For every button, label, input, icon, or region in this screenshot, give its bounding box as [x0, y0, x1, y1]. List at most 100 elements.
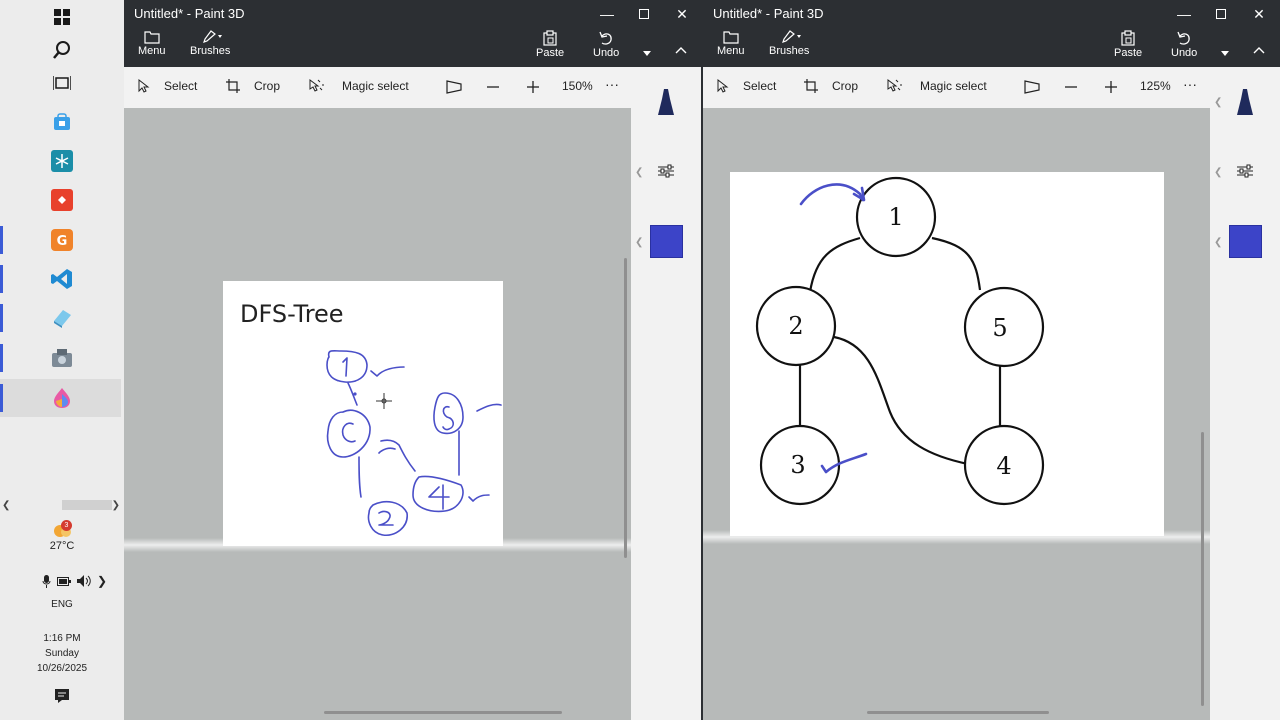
- paint3d-window-left: Untitled* - Paint 3D — ✕ Menu Brushes Pa…: [124, 0, 701, 720]
- crop-icon: [804, 79, 818, 93]
- side-panel: ❮ ❮: [631, 67, 701, 720]
- search-icon[interactable]: [48, 36, 76, 64]
- color-swatch[interactable]: [650, 225, 683, 258]
- magic-select-icon: [309, 79, 324, 92]
- paste-button[interactable]: Paste: [1114, 30, 1142, 59]
- weather-widget[interactable]: 3 27°C: [0, 519, 124, 555]
- folder-icon: [144, 31, 160, 44]
- panel-chevron-left-icon[interactable]: ❮: [1214, 97, 1222, 108]
- vertical-scrollbar[interactable]: [1201, 432, 1204, 706]
- minimize-icon[interactable]: —: [594, 4, 620, 24]
- history-dropdown-icon[interactable]: [1221, 43, 1229, 61]
- node-label-4: 4: [996, 452, 1011, 480]
- crop-icon: [226, 79, 240, 93]
- clock-day: Sunday: [45, 648, 79, 659]
- brushes-button[interactable]: Brushes: [190, 30, 230, 57]
- undo-icon: [1177, 31, 1190, 45]
- collapse-ribbon-icon[interactable]: [1253, 41, 1265, 59]
- zoom-level[interactable]: 150%: [562, 79, 593, 93]
- collapse-ribbon-icon[interactable]: [675, 41, 687, 59]
- app-teal-icon[interactable]: [48, 147, 76, 175]
- more-options-icon[interactable]: ···: [1183, 76, 1197, 92]
- clipboard-icon: [1121, 30, 1135, 46]
- horizontal-scrollbar[interactable]: [324, 711, 562, 714]
- more-options-icon[interactable]: ···: [605, 76, 619, 92]
- paint-3d-icon[interactable]: [48, 384, 76, 412]
- language-indicator[interactable]: ENG: [0, 599, 124, 610]
- marker-brush-icon[interactable]: [651, 87, 681, 119]
- adjust-settings-icon[interactable]: [651, 159, 681, 183]
- history-dropdown-icon[interactable]: [643, 43, 651, 61]
- scroll-right-icon[interactable]: ❯: [112, 500, 120, 511]
- select-tool[interactable]: Select: [138, 79, 197, 93]
- camera-app-icon[interactable]: [48, 344, 76, 372]
- color-swatch[interactable]: [1229, 225, 1262, 258]
- paste-button[interactable]: Paste: [536, 30, 564, 59]
- magic-select-icon: [887, 79, 902, 92]
- menu-button[interactable]: Menu: [138, 30, 166, 57]
- svg-text:G: G: [57, 234, 68, 249]
- crop-tool[interactable]: Crop: [226, 79, 280, 93]
- eraser-app-icon[interactable]: [48, 304, 76, 332]
- panel-chevron-left-icon[interactable]: ❮: [635, 237, 643, 248]
- zoom-out-icon[interactable]: [1064, 80, 1078, 94]
- paint3d-window-right: Untitled* - Paint 3D — ✕ Menu Brushes Pa…: [703, 0, 1280, 720]
- brush-icon: [203, 30, 223, 43]
- zoom-out-icon[interactable]: [486, 80, 500, 94]
- magic-select-tool[interactable]: Magic select: [886, 79, 987, 93]
- close-icon[interactable]: ✕: [1246, 4, 1272, 24]
- maximize-icon[interactable]: [1208, 4, 1234, 24]
- menu-button[interactable]: Menu: [717, 30, 745, 57]
- title-bar[interactable]: Untitled* - Paint 3D — ✕: [703, 0, 1280, 28]
- panel-chevron-left-icon[interactable]: ❮: [635, 167, 643, 178]
- close-icon[interactable]: ✕: [669, 4, 695, 24]
- weather-badge: 3: [61, 520, 72, 531]
- title-bar[interactable]: Untitled* - Paint 3D — ✕: [124, 0, 701, 28]
- clock[interactable]: 1:16 PM Sunday 10/26/2025: [0, 631, 124, 676]
- brushes-button[interactable]: Brushes: [769, 30, 809, 57]
- edge-1-5: [931, 236, 982, 291]
- view-3d-icon[interactable]: [1024, 80, 1040, 94]
- zoom-in-icon[interactable]: [526, 80, 540, 94]
- notifications-icon[interactable]: [48, 682, 76, 710]
- node-label-1: 1: [888, 203, 903, 231]
- volume-icon[interactable]: [77, 575, 91, 587]
- taskbar: G ❮ ❯ 3 27°C ❯ ENG 1:16 PM Sunday 10/26/…: [0, 0, 124, 720]
- scroll-thumb[interactable]: [62, 500, 112, 510]
- node-label-3: 3: [790, 451, 805, 479]
- horizontal-scrollbar[interactable]: [867, 711, 1049, 714]
- panel-chevron-left-icon[interactable]: ❮: [1214, 237, 1222, 248]
- select-tool[interactable]: Select: [717, 79, 776, 93]
- zoom-in-icon[interactable]: [1104, 80, 1118, 94]
- zoom-level[interactable]: 125%: [1140, 79, 1171, 93]
- drawing-canvas[interactable]: 1 2 5 3 4: [730, 172, 1164, 536]
- scroll-left-icon[interactable]: ❮: [2, 500, 10, 511]
- node-label-5: 5: [992, 314, 1007, 342]
- microphone-icon[interactable]: [42, 574, 51, 588]
- show-hidden-icons-icon[interactable]: ❯: [97, 574, 107, 588]
- taskbar-scrollbar[interactable]: ❮ ❯: [0, 497, 122, 513]
- crop-tool[interactable]: Crop: [804, 79, 858, 93]
- undo-button[interactable]: Undo: [1171, 30, 1197, 59]
- app-orange-icon[interactable]: G: [48, 226, 76, 254]
- windows-start-icon[interactable]: [48, 3, 76, 31]
- battery-icon[interactable]: [57, 576, 71, 586]
- drawing-canvas[interactable]: DFS-Tree: [223, 281, 503, 546]
- vscode-icon[interactable]: [48, 265, 76, 293]
- graph-diagram: 1 2 5 3 4: [755, 176, 1045, 506]
- view-3d-icon[interactable]: [446, 80, 462, 94]
- panel-chevron-left-icon[interactable]: ❮: [1214, 167, 1222, 178]
- edge-1-2: [808, 236, 861, 293]
- crosshair-cursor-icon: [376, 393, 392, 409]
- maximize-icon[interactable]: [631, 4, 657, 24]
- anydesk-icon[interactable]: [48, 186, 76, 214]
- edge-2-4: [833, 335, 969, 466]
- magic-select-tool[interactable]: Magic select: [308, 79, 409, 93]
- minimize-icon[interactable]: —: [1171, 4, 1197, 24]
- vertical-scrollbar[interactable]: [624, 258, 627, 558]
- marker-brush-icon[interactable]: [1230, 87, 1260, 119]
- task-view-icon[interactable]: [48, 69, 76, 97]
- undo-button[interactable]: Undo: [593, 30, 619, 59]
- store-icon[interactable]: [48, 108, 76, 136]
- adjust-settings-icon[interactable]: [1230, 159, 1260, 183]
